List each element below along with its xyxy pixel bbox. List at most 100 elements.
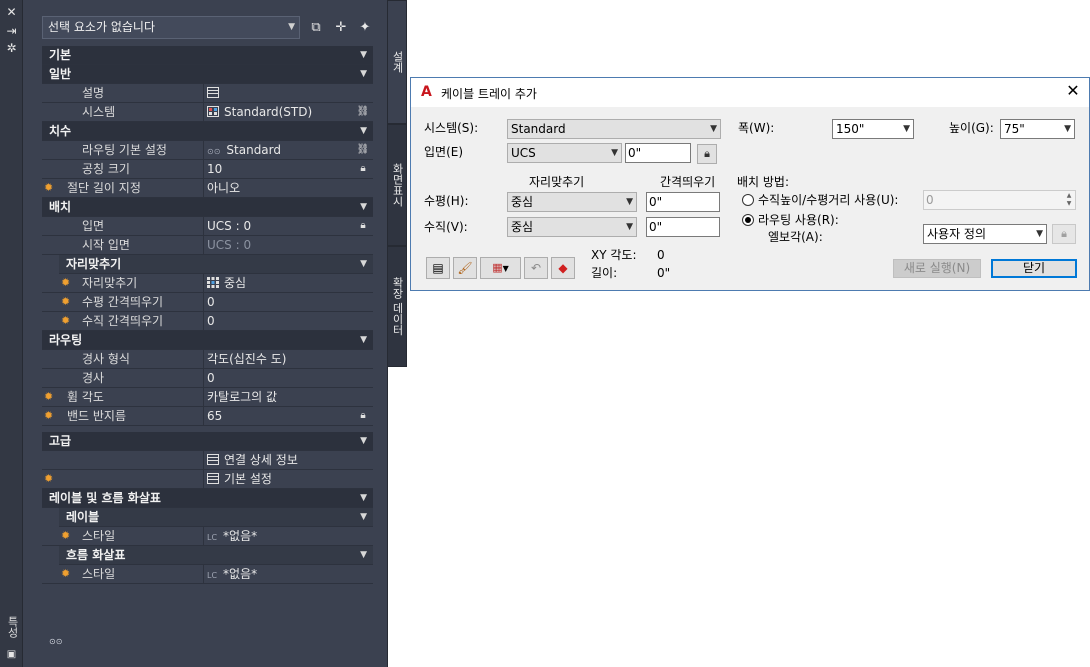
prop-default-settings[interactable]: ✹ 기본 설정 (42, 470, 373, 489)
toggle-pickadd-icon[interactable]: ✦ (356, 19, 374, 36)
style-icon: LC (207, 533, 218, 542)
close-button[interactable]: 닫기 (991, 259, 1077, 278)
horizontal-offset-input[interactable]: 0" (646, 192, 720, 212)
collapse-icon: ▼ (360, 550, 367, 560)
prop-connection-details[interactable]: 연결 상세 정보 (42, 451, 373, 470)
quick-select-icon[interactable]: ⧉ (307, 19, 325, 36)
vertical-offset-input[interactable]: 0" (646, 217, 720, 237)
auto-hide-icon[interactable]: ⇥ (4, 24, 19, 38)
match-brush-icon[interactable]: 🖌︎ (453, 257, 477, 279)
style-icon: LC (207, 571, 218, 580)
category-basic[interactable]: 기본 ▼ (42, 46, 373, 65)
category-general[interactable]: 일반 ▼ (42, 65, 373, 84)
system-combo[interactable]: Standard ▼ (507, 119, 721, 139)
compass-toggle-icon[interactable]: ▦▼ (480, 257, 521, 279)
justify-grid-icon (207, 277, 219, 288)
elevation-input[interactable]: 0" (625, 143, 691, 163)
length-value: 0" (657, 266, 671, 280)
tab-display[interactable]: 화면표시 (388, 124, 407, 246)
radio-rise-run-label[interactable]: 수직높이/수평거리 사용(U): (758, 192, 898, 208)
close-icon[interactable]: ✕ (1063, 81, 1083, 101)
prop-slope[interactable]: 경사 0 (42, 369, 373, 388)
properties-palette: ✕ ⇥ ✲ 특성 ▣ 선택 요소가 없습니다 ▼ ⧉ ✛ ✦ 기본 ▼ 일반 ▼ 설… (0, 0, 407, 667)
justify-header: 자리맞추기 (529, 175, 585, 189)
vertical-justify-combo[interactable]: 중심 ▼ (507, 217, 637, 237)
lock-icon[interactable]: 🔒︎ (356, 162, 370, 176)
sun-icon: ✹ (44, 409, 54, 422)
palette-title: 특성 (6, 616, 19, 638)
lock-icon[interactable]: 🔒︎ (356, 409, 370, 423)
tab-extended-data[interactable]: 확장 데이터 (388, 246, 407, 367)
selection-dropdown[interactable]: 선택 요소가 없습니다 ▼ (42, 16, 300, 39)
routing-prefs-icon[interactable]: ⊙⊙ (49, 637, 65, 651)
collapse-icon: ▼ (360, 50, 367, 60)
prop-routing-preference[interactable]: 라우팅 기본 설정 ⊙⊙ Standard ⛓ (42, 141, 373, 160)
width-label: 폭(W): (738, 121, 775, 135)
sun-icon: ✹ (44, 390, 54, 403)
category-labels-flow[interactable]: 레이블 및 흐름 화살표 ▼ (42, 489, 373, 508)
prop-flow-style[interactable]: ✹ 스타일 LC *없음* (42, 565, 373, 584)
close-icon[interactable]: ✕ (4, 5, 19, 19)
settings-table-icon (207, 473, 219, 484)
undo-icon[interactable]: ↶ (524, 257, 548, 279)
category-dimensions[interactable]: 치수 ▼ (42, 122, 373, 141)
prop-vertical-offset[interactable]: ✹ 수직 간격띄우기 0 (42, 312, 373, 331)
prop-elevation[interactable]: 입면 UCS : 0 🔒︎ (42, 217, 373, 236)
radio-routing[interactable] (742, 214, 754, 226)
prop-nominal-size[interactable]: 공칭 크기 10 🔒︎ (42, 160, 373, 179)
routing-pref-picker-icon[interactable]: ⛓ (356, 143, 370, 157)
elbow-lock-button: 🔒︎ (1052, 224, 1076, 244)
prop-description[interactable]: 설명 (42, 84, 373, 103)
chevron-down-icon: ▼ (903, 124, 910, 134)
collapse-icon: ▼ (360, 335, 367, 345)
elbow-angle-combo[interactable]: 사용자 정의 ▼ (923, 224, 1047, 244)
radio-routing-label[interactable]: 라우팅 사용(R): (758, 212, 839, 228)
system-icon (207, 106, 219, 117)
category-advanced[interactable]: 고급 ▼ (42, 432, 373, 451)
xy-angle-value: 0 (657, 248, 665, 262)
height-combo[interactable]: 75" ▼ (1000, 119, 1075, 139)
prop-start-elevation: 시작 입면 UCS : 0 (42, 236, 373, 255)
radio-rise-run[interactable] (742, 194, 754, 206)
chevron-down-icon: ▼ (1064, 124, 1071, 134)
selection-value: 선택 요소가 없습니다 (48, 20, 155, 34)
help-icon[interactable]: ◆ (551, 257, 575, 279)
select-objects-icon[interactable]: ✛ (332, 19, 350, 36)
collapse-icon: ▼ (360, 69, 367, 79)
prop-system[interactable]: 시스템 Standard(STD) ⛓ (42, 103, 373, 122)
prop-justify[interactable]: ✹ 자리맞추기 중심 (42, 274, 373, 293)
routing-pref-icon: ⊙⊙ (207, 147, 221, 156)
elevation-lock-button[interactable]: 🔒︎ (697, 144, 717, 164)
xy-angle-label: XY 각도: (591, 248, 637, 262)
prop-label-style[interactable]: ✹ 스타일 LC *없음* (42, 527, 373, 546)
horizontal-label: 수평(H): (424, 194, 469, 208)
horizontal-justify-combo[interactable]: 중심 ▼ (507, 192, 637, 212)
collapse-icon: ▼ (360, 202, 367, 212)
prop-bend-angle[interactable]: ✹ 휨 각도 카탈로그의 값 (42, 388, 373, 407)
elevation-combo[interactable]: UCS ▼ (507, 143, 622, 163)
settings-icon[interactable]: ✲ (4, 41, 19, 55)
category-placement[interactable]: 배치 ▼ (42, 198, 373, 217)
palette-menu-icon[interactable]: ▣ (4, 648, 19, 662)
description-icon (207, 87, 219, 98)
property-grid: 기본 ▼ 일반 ▼ 설명 시스템 Standard(STD) ⛓ 치수 ▼ 라우팅 기… (42, 46, 373, 584)
category-justification[interactable]: 자리맞추기 ▼ (59, 255, 373, 274)
placement-label: 배치 방법: (737, 175, 790, 189)
prop-segment-length[interactable]: ✹ 절단 길이 지정 아니오 (42, 179, 373, 198)
chevron-down-icon: ▼ (288, 22, 295, 32)
length-label: 길이: (591, 266, 618, 280)
category-flow-arrows[interactable]: 흐름 화살표 ▼ (59, 546, 373, 565)
lock-icon[interactable]: 🔒︎ (356, 219, 370, 233)
sun-icon: ✹ (61, 276, 71, 289)
system-picker-icon[interactable]: ⛓ (356, 105, 370, 119)
prop-slope-format[interactable]: 경사 형식 각도(십진수 도) (42, 350, 373, 369)
width-combo[interactable]: 150" ▼ (832, 119, 914, 139)
category-labels[interactable]: 레이블 ▼ (59, 508, 373, 527)
prop-horizontal-offset[interactable]: ✹ 수평 간격띄우기 0 (42, 293, 373, 312)
properties-tool-icon[interactable]: ▤ (426, 257, 450, 279)
prop-bend-radius[interactable]: ✹ 밴드 반지름 65 🔒︎ (42, 407, 373, 426)
category-routing[interactable]: 라우팅 ▼ (42, 331, 373, 350)
collapse-icon: ▼ (360, 126, 367, 136)
tab-design[interactable]: 설계 (388, 0, 407, 124)
chevron-down-icon: ▼ (611, 148, 618, 158)
